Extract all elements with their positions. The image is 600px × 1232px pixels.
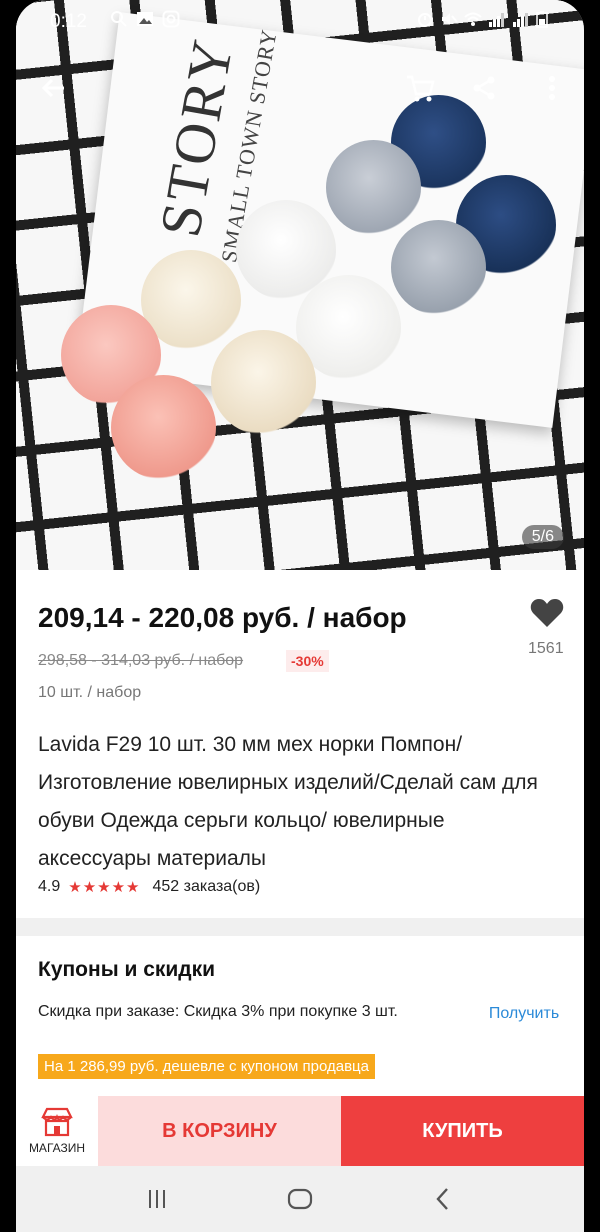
more-vertical-icon — [549, 76, 555, 100]
system-back-button[interactable] — [423, 1179, 463, 1219]
image-icon — [137, 12, 153, 26]
mute-icon — [442, 13, 458, 25]
bottom-action-bar: МАГАЗИН В КОРЗИНУ КУПИТЬ — [16, 1096, 584, 1166]
product-title: Lavida F29 10 шт. 30 мм мех норки Помпон… — [38, 733, 538, 870]
wishlist-button[interactable] — [530, 598, 566, 630]
star-rating-icon: ★★★★★ — [68, 879, 141, 896]
rating-row[interactable]: 4.9 ★★★★★ 452 заказа(ов) — [38, 878, 260, 896]
more-options-button[interactable] — [530, 66, 574, 110]
instagram-icon — [162, 10, 180, 28]
old-price: 298,58 - 314,03 руб. / набор — [38, 652, 244, 669]
alarm-icon — [418, 13, 432, 27]
product-image-gallery[interactable]: STORY SMALL TOWN STORY 0:12 5/6 — [16, 0, 584, 570]
coupon-description: Скидка при заказе: Скидка 3% при покупке… — [38, 1003, 398, 1020]
pompom-gray — [326, 140, 421, 235]
share-icon — [473, 76, 495, 100]
pompom-gray — [391, 220, 486, 315]
recent-apps-icon — [149, 1190, 166, 1208]
get-coupon-link[interactable]: Получить — [484, 1002, 564, 1026]
product-info-card: 209,14 - 220,08 руб. / набор 298,58 - 31… — [16, 570, 584, 918]
coupons-heading: Купоны и скидки — [38, 958, 216, 981]
status-time: 0:12 — [50, 11, 87, 32]
add-to-cart-button[interactable]: В КОРЗИНУ — [98, 1096, 341, 1166]
chevron-left-icon — [436, 1188, 448, 1210]
buy-now-button[interactable]: КУПИТЬ — [341, 1096, 584, 1166]
wishlist-count: 1561 — [528, 640, 564, 657]
app-screen: STORY SMALL TOWN STORY 0:12 5/6 209,14 -… — [16, 0, 584, 1232]
pompom-pink — [111, 375, 216, 480]
orders-count: 452 заказа(ов) — [152, 878, 261, 895]
unit-label: 10 шт. / набор — [38, 684, 142, 701]
status-bar: 0:12 — [16, 0, 584, 44]
battery-icon — [536, 11, 548, 28]
image-counter: 5/6 — [521, 525, 564, 549]
recent-apps-button[interactable] — [137, 1179, 177, 1219]
pompom-cream — [211, 330, 316, 435]
arrow-left-icon — [41, 78, 64, 98]
home-icon — [287, 1188, 313, 1210]
share-button[interactable] — [462, 66, 506, 110]
cart-icon — [407, 75, 435, 102]
system-navigation-bar — [16, 1166, 584, 1232]
store-label: МАГАЗИН — [28, 1141, 86, 1155]
signal-icon — [489, 13, 504, 27]
cart-button[interactable] — [398, 66, 442, 110]
home-button[interactable] — [280, 1179, 320, 1219]
back-button[interactable] — [32, 66, 76, 110]
price: 209,14 - 220,08 руб. / набор — [38, 602, 407, 633]
coupons-section: Купоны и скидки Скидка при заказе: Скидк… — [16, 936, 584, 1096]
store-icon — [41, 1107, 73, 1137]
heart-icon — [530, 599, 564, 627]
wifi-icon — [464, 12, 482, 26]
rating-value: 4.9 — [38, 878, 61, 895]
discount-badge: -30% — [286, 650, 329, 672]
search-icon — [111, 11, 127, 27]
signal-icon — [513, 13, 528, 27]
store-button[interactable]: МАГАЗИН — [16, 1096, 98, 1166]
seller-coupon-banner[interactable]: На 1 286,99 руб. дешевле с купоном прода… — [38, 1054, 375, 1079]
